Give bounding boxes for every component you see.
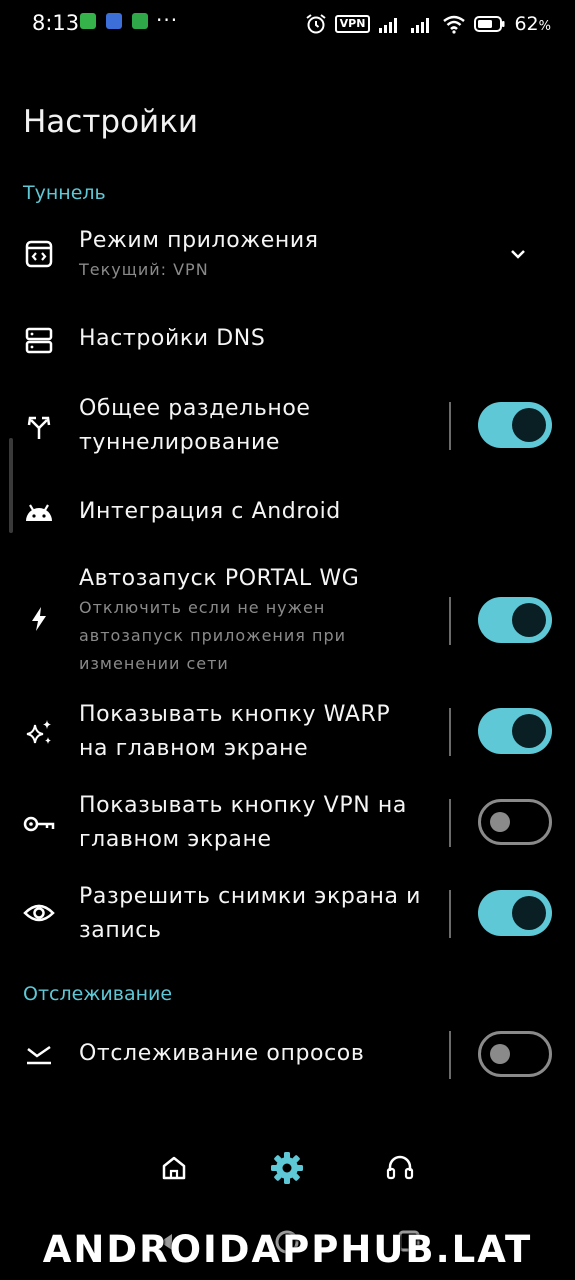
bottom-navigation bbox=[0, 1140, 575, 1196]
signal-icon-2 bbox=[411, 18, 430, 33]
setting-warp-button[interactable]: Показывать кнопку WARP на главном экране bbox=[0, 698, 575, 768]
battery-icon bbox=[474, 16, 505, 32]
setting-title-line1: Показывать кнопку VPN на bbox=[79, 793, 407, 818]
setting-title-line1: Разрешить снимки экрана и bbox=[79, 884, 422, 909]
key-icon bbox=[22, 807, 56, 841]
setting-subtitle-line3: изменении сети bbox=[79, 654, 229, 673]
warp-button-toggle[interactable] bbox=[478, 708, 552, 754]
setting-split-tunnel[interactable]: Общее раздельное туннелирование bbox=[0, 392, 575, 462]
autostart-toggle[interactable] bbox=[478, 597, 552, 643]
watermark-text: ANDROIDAPPHUB.LAT bbox=[42, 1228, 533, 1271]
poll-tracking-icon bbox=[22, 1037, 56, 1071]
section-label-tunnel: Туннель bbox=[23, 182, 106, 204]
screenshots-toggle[interactable] bbox=[478, 890, 552, 936]
divider bbox=[449, 708, 451, 756]
app-notification-icon-2 bbox=[132, 13, 148, 29]
status-icons: VPN 62% bbox=[305, 10, 551, 38]
divider bbox=[449, 1031, 451, 1079]
app-window-code-icon bbox=[22, 237, 56, 271]
setting-title-line2: на главном экране bbox=[79, 736, 309, 761]
chevron-down-icon[interactable] bbox=[506, 242, 530, 266]
setting-vpn-button[interactable]: Показывать кнопку VPN на главном экране bbox=[0, 789, 575, 859]
support-headset-icon[interactable] bbox=[372, 1140, 428, 1196]
setting-app-mode[interactable]: Режим приложения Текущий: VPN bbox=[0, 222, 575, 292]
divider bbox=[449, 799, 451, 847]
polls-tracking-toggle[interactable] bbox=[478, 1031, 552, 1077]
more-notifications-icon: ··· bbox=[156, 8, 179, 32]
setting-subtitle-line2: автозапуск приложения при bbox=[79, 626, 347, 645]
alarm-icon bbox=[306, 14, 326, 34]
eye-icon bbox=[22, 896, 56, 930]
signal-icon bbox=[379, 18, 398, 33]
setting-subtitle: Текущий: VPN bbox=[79, 260, 209, 279]
split-arrows-icon bbox=[22, 410, 56, 444]
settings-screen: 8:13 ··· VPN 62% Настройки Туннель Режим… bbox=[0, 0, 575, 1280]
vpn-badge: VPN bbox=[334, 15, 371, 33]
setting-polls-tracking[interactable]: Отслеживание опросов bbox=[0, 1030, 575, 1080]
setting-subtitle-line1: Отключить если не нужен bbox=[79, 598, 326, 617]
divider bbox=[449, 890, 451, 938]
android-icon bbox=[22, 495, 56, 529]
setting-title-line1: Показывать кнопку WARP bbox=[79, 702, 391, 727]
setting-title: Режим приложения bbox=[79, 228, 319, 253]
battery-level: 62% bbox=[514, 13, 551, 35]
status-time: 8:13 bbox=[32, 11, 80, 35]
setting-android-integration[interactable]: Интеграция с Android bbox=[0, 492, 575, 536]
divider bbox=[449, 402, 451, 450]
page-title: Настройки bbox=[23, 104, 199, 140]
setting-dns[interactable]: Настройки DNS bbox=[0, 318, 575, 362]
section-label-tracking: Отслеживание bbox=[23, 983, 173, 1005]
settings-gear-icon[interactable] bbox=[259, 1140, 315, 1196]
home-icon[interactable] bbox=[146, 1140, 202, 1196]
setting-title: Отслеживание опросов bbox=[79, 1041, 365, 1066]
setting-autostart[interactable]: Автозапуск PORTAL WG Отключить если не н… bbox=[0, 562, 575, 680]
setting-title: Автозапуск PORTAL WG bbox=[79, 566, 360, 591]
status-bar: 8:13 ··· VPN 62% bbox=[0, 0, 575, 48]
app-notification-icon bbox=[106, 13, 122, 29]
wifi-icon bbox=[443, 15, 466, 34]
vpn-button-toggle[interactable] bbox=[478, 799, 552, 845]
setting-screenshots[interactable]: Разрешить снимки экрана и запись bbox=[0, 880, 575, 950]
whatsapp-notification-icon bbox=[80, 13, 96, 29]
setting-title-line2: туннелирование bbox=[79, 430, 280, 455]
bolt-icon bbox=[22, 602, 56, 636]
setting-title-line2: запись bbox=[79, 918, 162, 943]
setting-title-line2: главном экране bbox=[79, 827, 272, 852]
dns-server-icon bbox=[22, 323, 56, 357]
split-tunnel-toggle[interactable] bbox=[478, 402, 552, 448]
sparkles-icon bbox=[22, 716, 56, 750]
setting-title: Интеграция с Android bbox=[79, 499, 341, 524]
setting-title: Настройки DNS bbox=[79, 326, 266, 351]
setting-title-line1: Общее раздельное bbox=[79, 396, 311, 421]
divider bbox=[449, 597, 451, 645]
